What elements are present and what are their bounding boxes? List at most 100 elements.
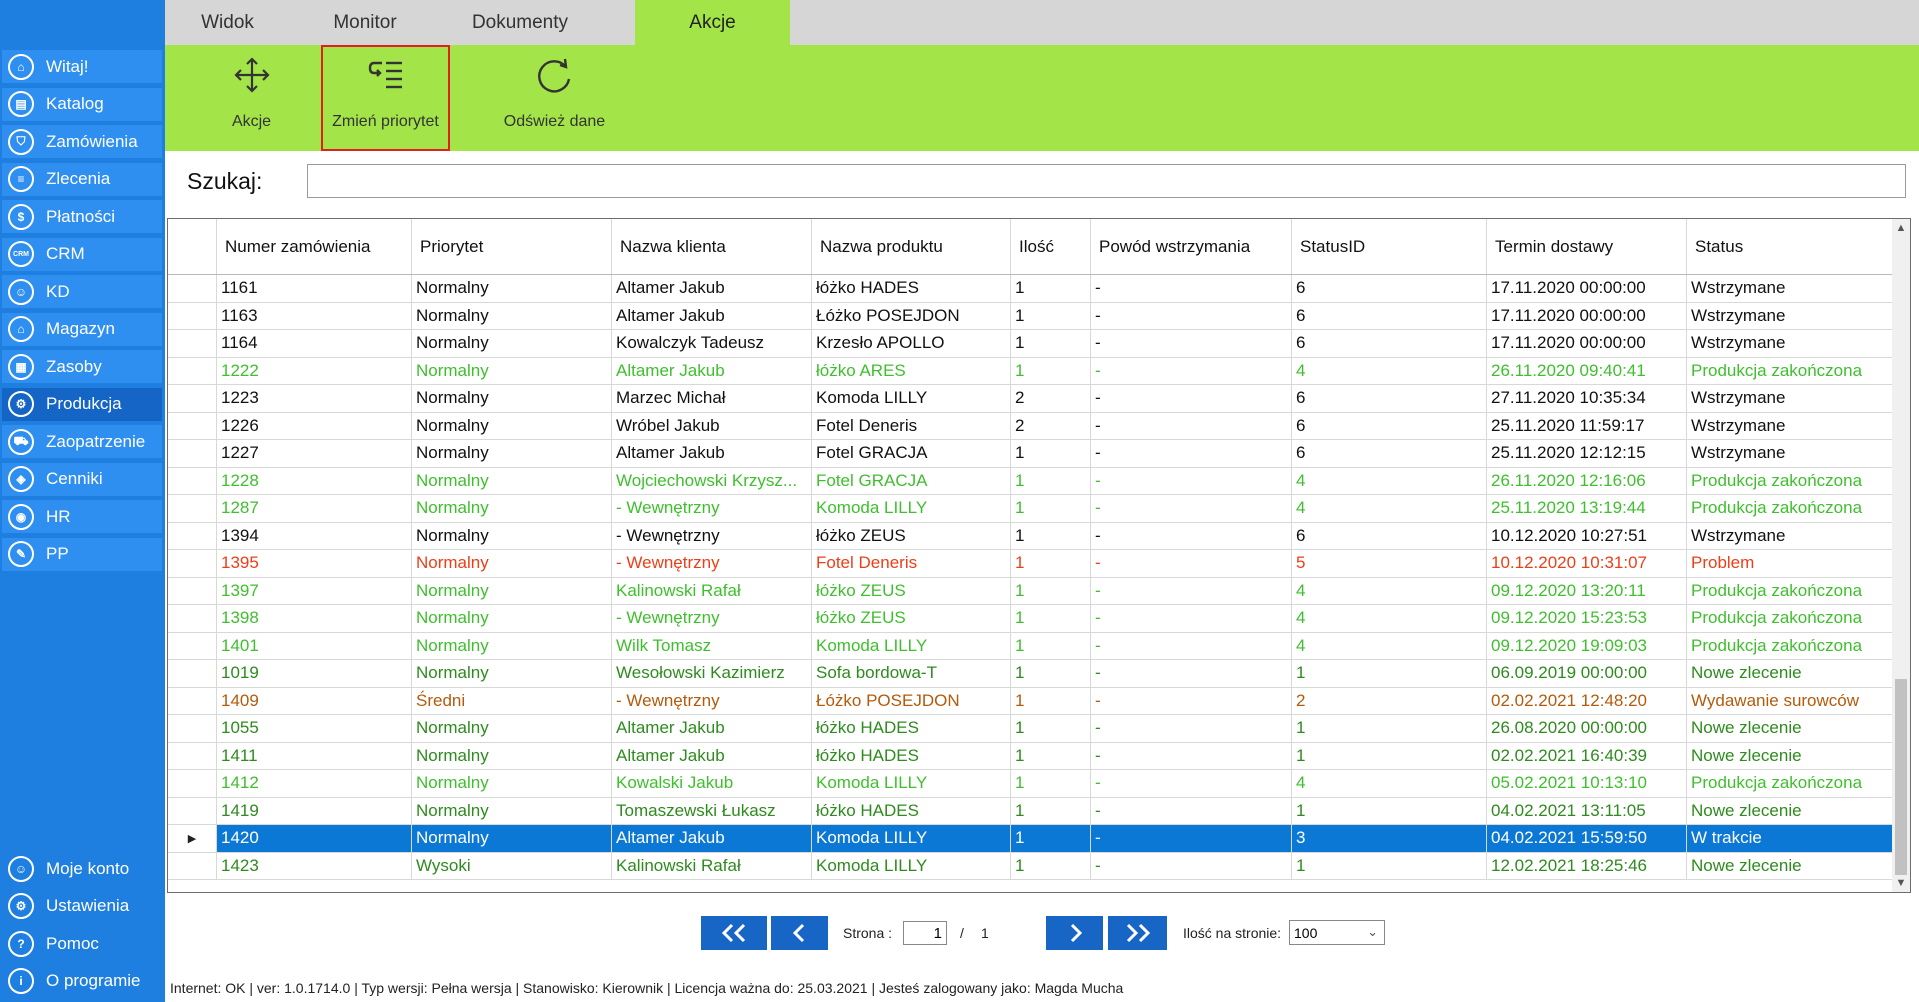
table-cell[interactable]: Normalny: [411, 274, 612, 303]
table-cell[interactable]: 4: [1291, 577, 1487, 605]
table-cell[interactable]: 1420: [216, 824, 412, 853]
sidebar-item-zlecenia[interactable]: ≡ Zlecenia: [2, 162, 162, 196]
next-page-button[interactable]: [1046, 916, 1103, 950]
table-row[interactable]: 1412 Normalny Kowalski Jakub Komoda LILLY 1-…: [168, 769, 1895, 798]
column-header[interactable]: StatusID: [1291, 219, 1487, 275]
refresh-button[interactable]: Odśwież dane: [477, 45, 632, 151]
row-indicator[interactable]: [168, 769, 217, 798]
sidebar-item-o-programie[interactable]: i O programie: [2, 965, 162, 998]
table-cell[interactable]: 12.02.2021 18:25:46: [1486, 852, 1687, 880]
table-row[interactable]: 1395 Normalny - Wewnętrzny Fotel Deneris 1-5…: [168, 549, 1895, 578]
table-cell[interactable]: 1: [1010, 467, 1091, 495]
table-cell[interactable]: 1398: [216, 604, 412, 633]
row-indicator[interactable]: [168, 604, 217, 633]
table-row[interactable]: 1019 Normalny Wesołowski Kazimierz Sofa bor…: [168, 659, 1895, 688]
table-cell[interactable]: - Wewnętrzny: [611, 604, 812, 633]
table-cell[interactable]: Wstrzymane: [1686, 329, 1895, 358]
table-cell[interactable]: 4: [1291, 467, 1487, 495]
table-cell[interactable]: 6: [1291, 302, 1487, 330]
sidebar-item-hr[interactable]: ◉ HR: [2, 500, 162, 533]
column-header[interactable]: Nazwa produktu: [811, 219, 1011, 275]
table-cell[interactable]: Łóżko POSEJDON: [811, 687, 1011, 715]
table-cell[interactable]: Altamer Jakub: [611, 742, 812, 770]
table-cell[interactable]: 04.02.2021 15:59:50: [1486, 824, 1687, 853]
scroll-down-icon[interactable]: ▼: [1892, 874, 1910, 892]
table-cell[interactable]: Nowe zlecenie: [1686, 797, 1895, 825]
table-cell[interactable]: Normalny: [411, 769, 612, 798]
table-cell[interactable]: Komoda LILLY: [811, 494, 1011, 523]
table-cell[interactable]: 27.11.2020 10:35:34: [1486, 384, 1687, 413]
table-cell[interactable]: -: [1090, 522, 1292, 550]
table-cell[interactable]: Normalny: [411, 302, 612, 330]
table-cell[interactable]: Normalny: [411, 632, 612, 660]
change-priority-button[interactable]: Zmień priorytet: [321, 45, 450, 151]
table-row[interactable]: 1401 Normalny Wilk Tomasz Komoda LILLY 1-4 09…: [168, 632, 1895, 660]
table-cell[interactable]: Normalny: [411, 742, 612, 770]
table-cell[interactable]: 05.02.2021 10:13:10: [1486, 769, 1687, 798]
table-cell[interactable]: Normalny: [411, 549, 612, 578]
table-cell[interactable]: 1: [1010, 494, 1091, 523]
table-row[interactable]: 1397 Normalny Kalinowski Rafał łóżko ZEUS 1-…: [168, 577, 1895, 605]
table-cell[interactable]: Normalny: [411, 384, 612, 413]
table-cell[interactable]: 1: [1010, 329, 1091, 358]
sidebar-item-pomoc[interactable]: ? Pomoc: [2, 927, 162, 960]
table-row[interactable]: 1228 Normalny Wojciechowski Krzysz... Fotel…: [168, 467, 1895, 495]
table-cell[interactable]: Wstrzymane: [1686, 302, 1895, 330]
table-row[interactable]: 1222 Normalny Altamer Jakub łóżko ARES 1-4 26…: [168, 357, 1895, 385]
table-cell[interactable]: Wydawanie surowców: [1686, 687, 1895, 715]
table-cell[interactable]: Normalny: [411, 797, 612, 825]
tab-monitor[interactable]: Monitor: [290, 0, 440, 45]
table-cell[interactable]: 10.12.2020 10:27:51: [1486, 522, 1687, 550]
table-cell[interactable]: 1397: [216, 577, 412, 605]
table-cell[interactable]: 1: [1291, 852, 1487, 880]
table-cell[interactable]: Normalny: [411, 467, 612, 495]
table-cell[interactable]: 1: [1291, 742, 1487, 770]
table-cell[interactable]: -: [1090, 797, 1292, 825]
table-cell[interactable]: Produkcja zakończona: [1686, 632, 1895, 660]
table-cell[interactable]: Problem: [1686, 549, 1895, 578]
table-cell[interactable]: 1: [1010, 549, 1091, 578]
row-indicator[interactable]: [168, 329, 217, 358]
table-cell[interactable]: Wojciechowski Krzysz...: [611, 467, 812, 495]
table-cell[interactable]: Altamer Jakub: [611, 302, 812, 330]
sidebar-item-magazyn[interactable]: ⌂ Magazyn: [2, 312, 162, 346]
table-cell[interactable]: -: [1090, 577, 1292, 605]
table-cell[interactable]: Normalny: [411, 824, 612, 853]
sidebar-item-pp[interactable]: ✎ PP: [2, 537, 162, 571]
table-cell[interactable]: łóżko HADES: [811, 742, 1011, 770]
table-cell[interactable]: Komoda LILLY: [811, 852, 1011, 880]
table-row[interactable]: 1164 Normalny Kowalczyk Tadeusz Krzesło APO…: [168, 329, 1895, 358]
table-cell[interactable]: 02.02.2021 12:48:20: [1486, 687, 1687, 715]
vertical-scrollbar[interactable]: ▲ ▼: [1892, 219, 1910, 892]
table-cell[interactable]: Łóżko POSEJDON: [811, 302, 1011, 330]
sidebar-item-produkcja[interactable]: ⚙ Produkcja: [2, 387, 162, 421]
table-cell[interactable]: 3: [1291, 824, 1487, 853]
table-cell[interactable]: -: [1090, 824, 1292, 853]
table-cell[interactable]: 1394: [216, 522, 412, 550]
page-number-input[interactable]: [903, 921, 947, 945]
table-row[interactable]: 1409 Średni - Wewnętrzny Łóżko POSEJDON 1-2 0…: [168, 687, 1895, 715]
table-cell[interactable]: 1401: [216, 632, 412, 660]
table-row[interactable]: ▶ 1420 Normalny Altamer Jakub Komoda LILLY 1-…: [168, 824, 1895, 853]
table-cell[interactable]: 17.11.2020 00:00:00: [1486, 329, 1687, 358]
table-cell[interactable]: łóżko ZEUS: [811, 577, 1011, 605]
table-cell[interactable]: Nowe zlecenie: [1686, 659, 1895, 688]
akcje-button[interactable]: Akcje: [174, 45, 329, 151]
table-cell[interactable]: 1: [1010, 632, 1091, 660]
table-cell[interactable]: 1: [1291, 659, 1487, 688]
table-row[interactable]: 1223 Normalny Marzec Michał Komoda LILLY 2-6…: [168, 384, 1895, 413]
table-row[interactable]: 1226 Normalny Wróbel Jakub Fotel Deneris 2-6…: [168, 412, 1895, 440]
last-page-button[interactable]: [1108, 916, 1167, 950]
table-cell[interactable]: - Wewnętrzny: [611, 549, 812, 578]
table-cell[interactable]: 1226: [216, 412, 412, 440]
table-cell[interactable]: 26.11.2020 09:40:41: [1486, 357, 1687, 385]
table-cell[interactable]: -: [1090, 412, 1292, 440]
table-cell[interactable]: 17.11.2020 00:00:00: [1486, 274, 1687, 303]
table-cell[interactable]: 09.12.2020 15:23:53: [1486, 604, 1687, 633]
current-row-arrow-icon[interactable]: ▶: [168, 824, 217, 853]
table-cell[interactable]: -: [1090, 357, 1292, 385]
table-cell[interactable]: Wstrzymane: [1686, 412, 1895, 440]
scrollbar-thumb[interactable]: [1895, 679, 1907, 875]
row-indicator[interactable]: [168, 687, 217, 715]
row-indicator[interactable]: [168, 412, 217, 440]
